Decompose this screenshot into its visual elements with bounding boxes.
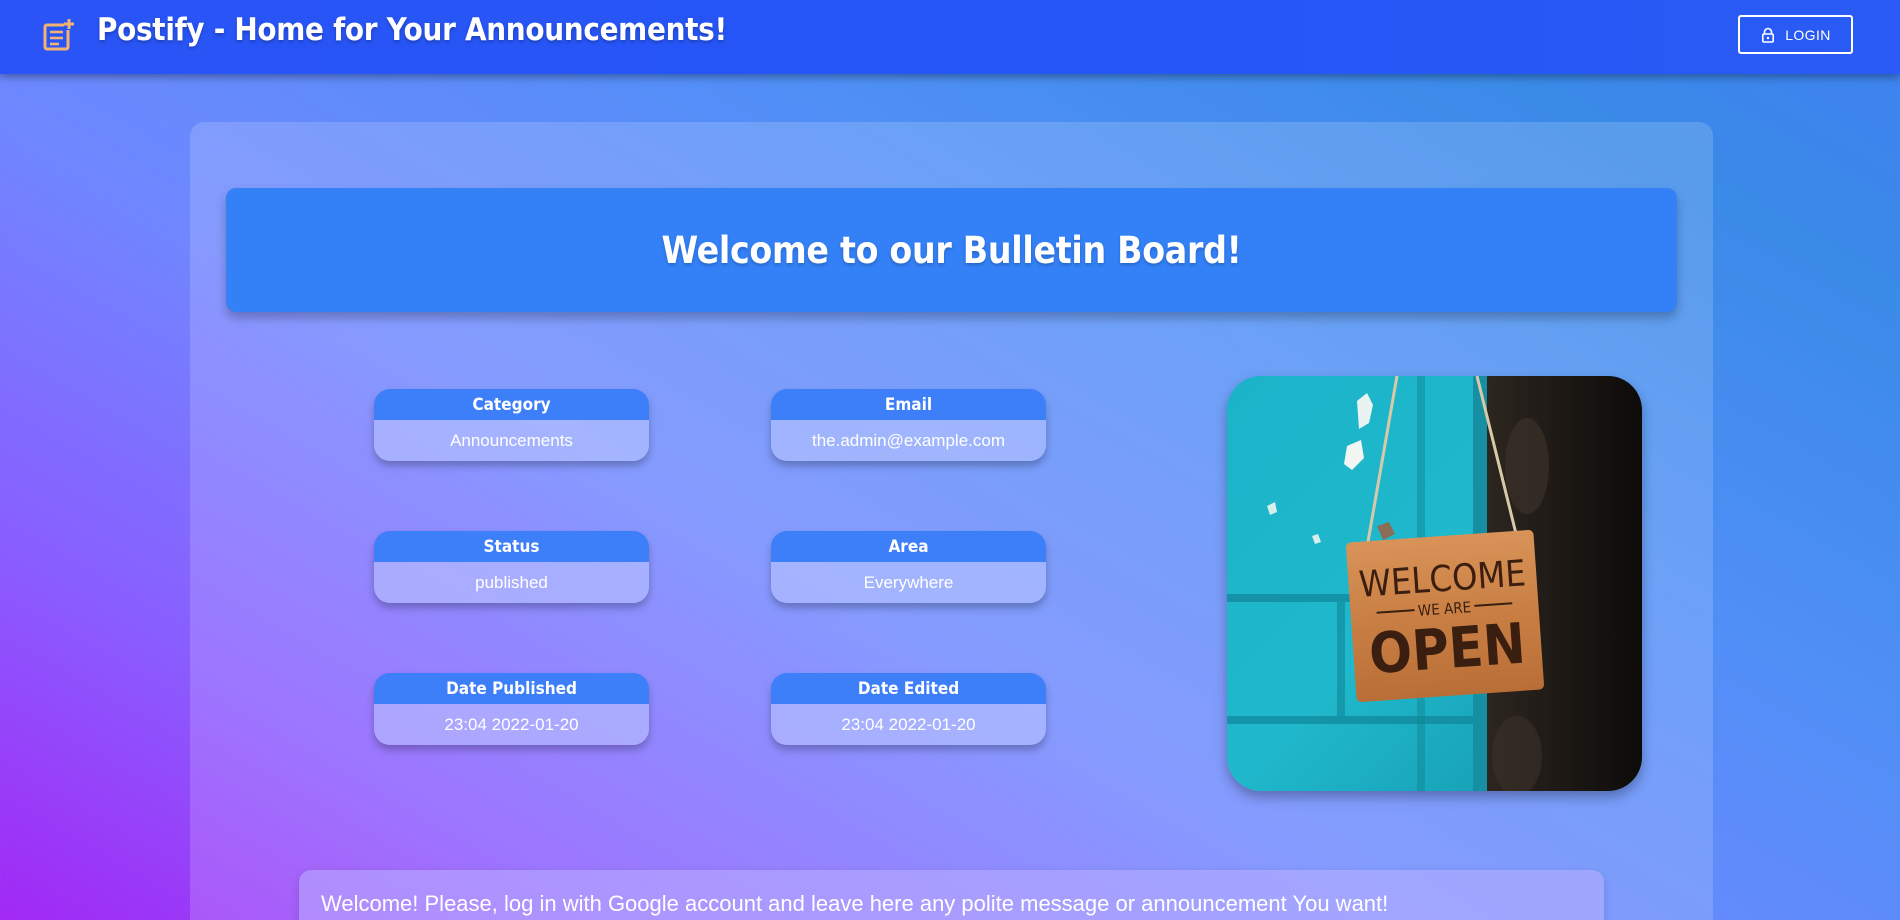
- app-title[interactable]: Postify - Home for Your Announcements!: [97, 12, 727, 48]
- field-value: Everywhere: [771, 562, 1046, 603]
- field-label: Date Published: [374, 673, 649, 704]
- date-edited-field: Date Edited 23:04 2022-01-20: [771, 673, 1046, 745]
- field-value: 23:04 2022-01-20: [374, 704, 649, 745]
- field-value: Announcements: [374, 420, 649, 461]
- field-label: Email: [771, 389, 1046, 420]
- date-published-field: Date Published 23:04 2022-01-20: [374, 673, 649, 745]
- welcome-sign-image: WELCOME WE ARE OPEN: [1227, 376, 1642, 791]
- field-label: Area: [771, 531, 1046, 562]
- page-title: Welcome to our Bulletin Board!: [661, 228, 1242, 272]
- sign-text-line3: OPEN: [1367, 612, 1527, 688]
- announcement-message: Welcome! Please, log in with Google acco…: [299, 870, 1604, 920]
- welcome-banner: Welcome to our Bulletin Board!: [226, 188, 1677, 312]
- field-label: Date Edited: [771, 673, 1046, 704]
- field-label: Category: [374, 389, 649, 420]
- login-label: LOGIN: [1785, 26, 1831, 43]
- lock-icon: [1762, 27, 1775, 43]
- post-add-icon: [43, 19, 74, 51]
- field-value: 23:04 2022-01-20: [771, 704, 1046, 745]
- post-image: WELCOME WE ARE OPEN: [1227, 376, 1642, 791]
- login-button[interactable]: LOGIN: [1738, 15, 1853, 54]
- field-label: Status: [374, 531, 649, 562]
- email-field: Email the.admin@example.com: [771, 389, 1046, 461]
- status-field: Status published: [374, 531, 649, 603]
- category-field: Category Announcements: [374, 389, 649, 461]
- post-card: Welcome to our Bulletin Board! Category …: [190, 122, 1713, 920]
- field-value: published: [374, 562, 649, 603]
- top-app-bar: Postify - Home for Your Announcements! L…: [0, 0, 1900, 74]
- area-field: Area Everywhere: [771, 531, 1046, 603]
- field-value: the.admin@example.com: [771, 420, 1046, 461]
